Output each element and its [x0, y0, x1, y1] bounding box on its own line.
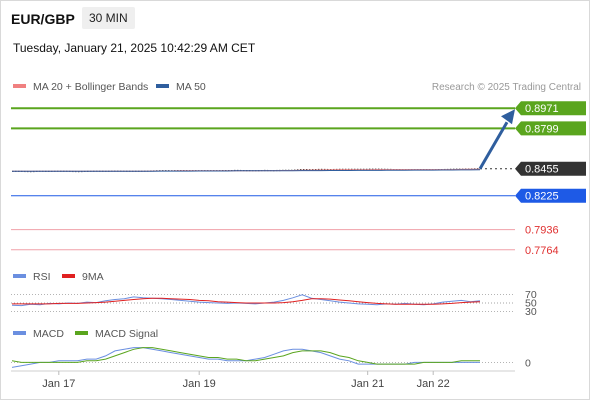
legend-label-signal: MACD Signal: [95, 328, 158, 340]
legend-swatch-macd: [13, 331, 26, 335]
rsi-guide-label-30: 30: [525, 306, 537, 318]
forecast-arrow-head: [501, 109, 515, 125]
x-tick-label: Jan 17: [42, 378, 75, 390]
level-label-resistance: 0.8971: [525, 103, 559, 115]
level-label-pivot: 0.8225: [525, 191, 559, 203]
legend-swatch-ma20: [13, 84, 26, 88]
level-label-current: 0.8455: [525, 164, 559, 176]
x-tick-label: Jan 22: [417, 378, 450, 390]
legend-swatch-ma9: [62, 274, 75, 278]
x-tick-label: Jan 21: [351, 378, 384, 390]
macd-zero-label: 0: [525, 357, 531, 369]
level-label-support: 0.7764: [525, 245, 559, 257]
legend-label-macd: MACD: [33, 328, 64, 340]
legend-label-ma20: MA 20 + Bollinger Bands: [33, 81, 148, 93]
legend-label-ma9: 9MA: [82, 271, 104, 283]
series-line-signal: [11, 347, 480, 365]
legend-label-ma50: MA 50: [176, 81, 206, 93]
chart-canvas: MA 20 + Bollinger Bands MA 50 Research © 2…: [11, 81, 586, 390]
legend-swatch-rsi: [13, 274, 26, 278]
source-credit: Research © 2025 Trading Central: [432, 82, 581, 93]
legend-label-rsi: RSI: [33, 271, 51, 283]
legend-swatch-signal: [75, 331, 88, 335]
legend-swatch-ma50: [156, 84, 169, 88]
x-tick-label: Jan 19: [183, 378, 216, 390]
level-label-resistance: 0.8799: [525, 123, 559, 135]
level-label-support: 0.7936: [525, 225, 559, 237]
